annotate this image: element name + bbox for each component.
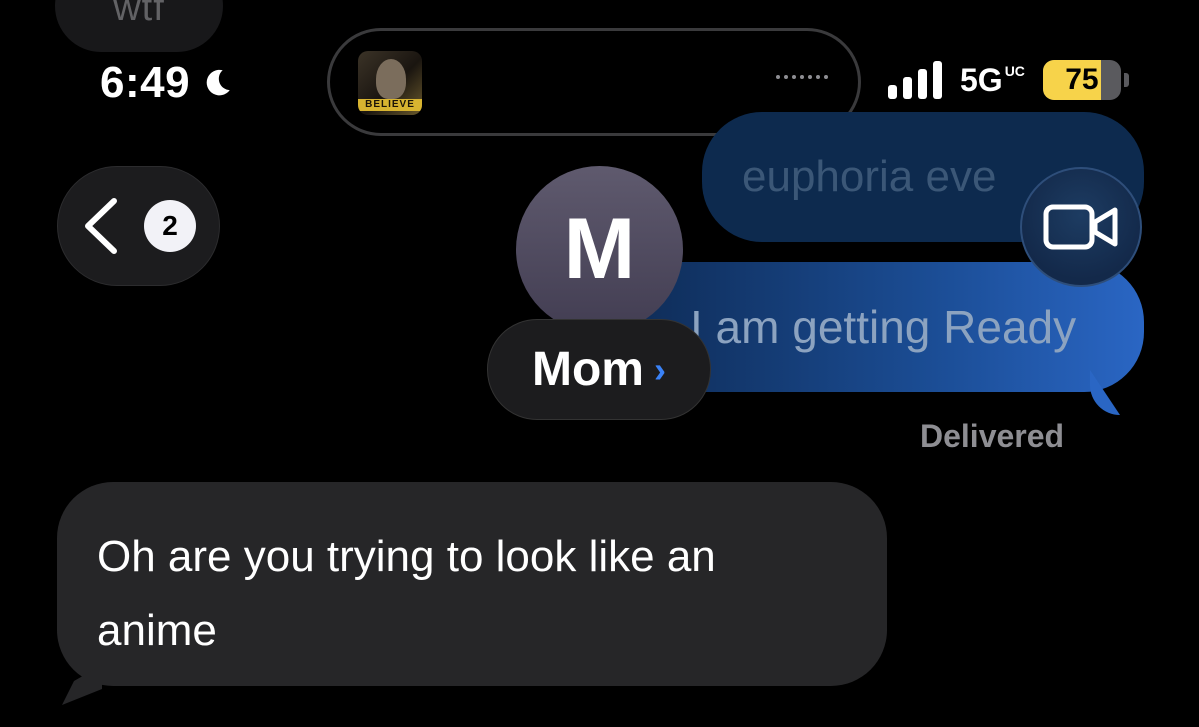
contact-name-button[interactable]: Mom › [487, 319, 711, 420]
outgoing-message-text: euphoria eve [742, 152, 997, 201]
moon-icon [206, 69, 230, 96]
chevron-right-icon: › [653, 348, 666, 390]
delivery-status: Delivered [920, 418, 1065, 454]
back-button[interactable]: 2 [57, 166, 220, 286]
incoming-message-text: Oh are you trying to look like an anime [97, 532, 716, 655]
incoming-message-bubble[interactable]: Oh are you trying to look like an anime [57, 482, 887, 686]
cellular-signal-icon [888, 61, 942, 99]
status-indicators: 5G UC 75 [888, 60, 1129, 100]
battery-percent: 75 [1065, 63, 1099, 96]
chevron-left-icon [85, 198, 117, 254]
network-uc-label: UC [1004, 62, 1025, 79]
previous-message-text: wtf [113, 0, 165, 29]
outgoing-message-text-last: I am getting Ready [690, 301, 1077, 353]
album-art[interactable]: BELIEVE [358, 51, 422, 115]
network-type: 5G UC [960, 61, 1025, 98]
unread-count-badge: 2 [144, 200, 196, 252]
album-art-portrait [376, 59, 406, 99]
audio-waveform-icon [776, 75, 828, 79]
battery-icon: 75 [1042, 60, 1129, 100]
contact-name: Mom [532, 343, 644, 396]
previous-message-bubble: wtf [55, 0, 223, 52]
avatar-initial: M [563, 201, 636, 297]
video-camera-icon [1043, 204, 1118, 250]
facetime-video-button[interactable] [1020, 167, 1142, 287]
contact-avatar[interactable]: M [516, 166, 683, 333]
status-time: 6:49 [100, 58, 234, 108]
album-art-title: BELIEVE [358, 99, 422, 111]
